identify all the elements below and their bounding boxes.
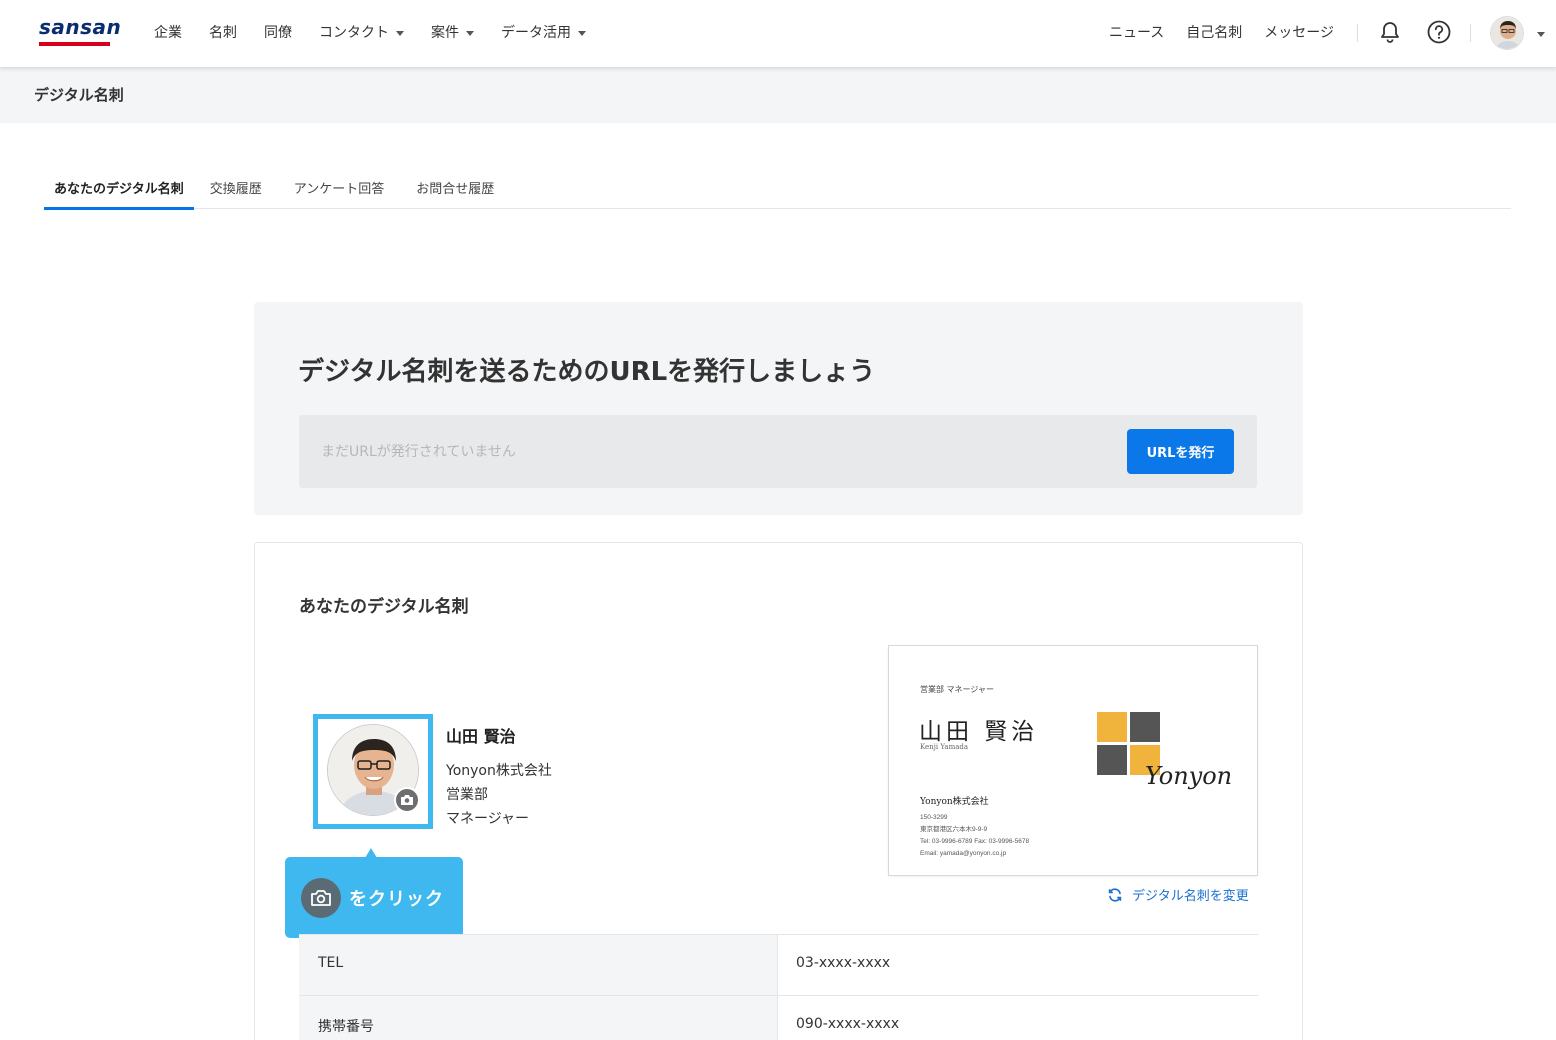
nav-item-cards[interactable]: 名刺 <box>209 22 237 42</box>
tooltip-text: をクリック <box>349 889 444 910</box>
help-icon[interactable] <box>1425 18 1453 46</box>
logo-text: sansan <box>39 15 122 39</box>
url-input[interactable] <box>299 415 1119 488</box>
avatar[interactable] <box>1490 16 1524 50</box>
nav-item-contact[interactable]: コンタクト <box>319 22 404 42</box>
table-row: TEL 03-xxxx-xxxx <box>299 934 1258 995</box>
caret-down-icon <box>396 30 404 36</box>
issue-url-button[interactable]: URLを発行 <box>1127 429 1234 474</box>
card-tel-fax: Tel: 03-9996-6789 Fax: 03-9996-5678 <box>920 838 1030 845</box>
card-address: 東京都港区六本木9-9-9 <box>920 826 988 833</box>
caret-down-icon <box>466 30 474 36</box>
business-card-image: 営業部 マネージャー 山田 賢治 Kenji Yamada Yonyon株式会社… <box>888 645 1258 876</box>
bell-icon[interactable] <box>1376 18 1404 46</box>
nav-item-data-usage[interactable]: データ活用 <box>501 22 586 42</box>
table-row: 携帯番号 090-xxxx-xxxx <box>299 995 1258 1040</box>
chevron-down-icon[interactable] <box>1537 32 1545 37</box>
page-title: デジタル名刺 <box>34 86 124 104</box>
nav-divider <box>1470 24 1471 42</box>
change-link-label: デジタル名刺を変更 <box>1132 889 1249 904</box>
person-company: Yonyon株式会社 <box>446 763 552 779</box>
page-header: デジタル名刺 <box>0 67 1556 123</box>
row-value: 03-xxxx-xxxx <box>796 955 891 971</box>
card-logo-text: Yonyon <box>1145 762 1233 790</box>
contact-info-table: TEL 03-xxxx-xxxx 携帯番号 090-xxxx-xxxx <box>299 934 1258 1040</box>
card-name: 山田 賢治 <box>919 719 1039 745</box>
nav-item-messages[interactable]: メッセージ <box>1264 22 1334 42</box>
tab-survey-answers[interactable]: アンケート回答 <box>278 168 400 209</box>
nav-item-label: コンタクト <box>319 25 389 41</box>
card-company: Yonyon株式会社 <box>920 797 989 807</box>
photo-hint-tooltip: をクリック <box>285 848 463 938</box>
camera-icon <box>301 878 341 918</box>
tab-exchange-history[interactable]: 交換履歴 <box>194 168 278 209</box>
nav-divider <box>1357 24 1358 42</box>
person-info: 山田 賢治 Yonyon株式会社 営業部 マネージャー <box>446 723 552 831</box>
nav-item-label: メッセージ <box>1264 25 1334 41</box>
url-panel-title: デジタル名刺を送るためのURLを発行しましょう <box>298 357 876 387</box>
digital-card-panel: あなたのデジタル名刺 山田 賢治 Yonyon株式会社 営業部 マネージャー を… <box>254 542 1303 1040</box>
card-postal: 150-3299 <box>920 814 948 821</box>
main-nav: 企業 名刺 同僚 コンタクト 案件 データ活用 <box>154 22 613 42</box>
person-name: 山田 賢治 <box>446 727 516 746</box>
secondary-nav: ニュース 自己名刺 メッセージ <box>1087 22 1334 42</box>
change-digital-card-link[interactable]: デジタル名刺を変更 <box>1107 885 1249 904</box>
card-email: Email: yamada@yonyon.co.jp <box>920 850 1007 857</box>
nav-item-deals[interactable]: 案件 <box>431 22 474 42</box>
row-label: TEL <box>299 935 778 995</box>
refresh-icon <box>1108 887 1122 902</box>
nav-item-colleagues[interactable]: 同僚 <box>264 22 292 42</box>
row-value: 090-xxxx-xxxx <box>796 1016 900 1032</box>
caret-down-icon <box>578 30 586 36</box>
tab-my-digital-card[interactable]: あなたのデジタル名刺 <box>44 168 194 210</box>
nav-item-label: 自己名刺 <box>1186 25 1243 41</box>
tab-inquiry-history[interactable]: お問合せ履歴 <box>400 168 510 209</box>
nav-item-label: 名刺 <box>209 25 237 41</box>
camera-icon[interactable] <box>394 787 420 813</box>
card-role: 営業部 マネージャー <box>920 685 994 694</box>
row-label: 携帯番号 <box>299 996 778 1040</box>
url-field-container: URLを発行 <box>299 415 1257 488</box>
logo-underline <box>39 42 110 46</box>
nav-item-label: 企業 <box>154 25 182 41</box>
nav-item-label: 案件 <box>431 25 459 41</box>
profile-photo-uploader[interactable] <box>313 714 433 829</box>
url-issue-panel: デジタル名刺を送るためのURLを発行しましょう URLを発行 <box>254 302 1303 515</box>
top-navbar: sansan 企業 名刺 同僚 コンタクト 案件 データ活用 ニュース 自己名刺… <box>0 0 1556 67</box>
card-contact-details: 150-3299 東京都港区六本木9-9-9 Tel: 03-9996-6789… <box>920 812 1029 860</box>
card-panel-title: あなたのデジタル名刺 <box>299 597 469 617</box>
nav-item-company[interactable]: 企業 <box>154 22 182 42</box>
card-roman-name: Kenji Yamada <box>920 743 969 751</box>
person-department: 営業部 <box>446 787 488 803</box>
sansan-logo[interactable]: sansan <box>39 15 121 46</box>
nav-item-label: 同僚 <box>264 25 292 41</box>
person-position: マネージャー <box>446 811 530 827</box>
tab-bar: あなたのデジタル名刺 交換履歴 アンケート回答 お問合せ履歴 <box>44 168 1511 210</box>
nav-item-news[interactable]: ニュース <box>1109 22 1164 42</box>
nav-item-label: ニュース <box>1108 25 1165 41</box>
nav-item-label: データ活用 <box>501 25 571 41</box>
nav-item-my-card[interactable]: 自己名刺 <box>1186 22 1242 42</box>
